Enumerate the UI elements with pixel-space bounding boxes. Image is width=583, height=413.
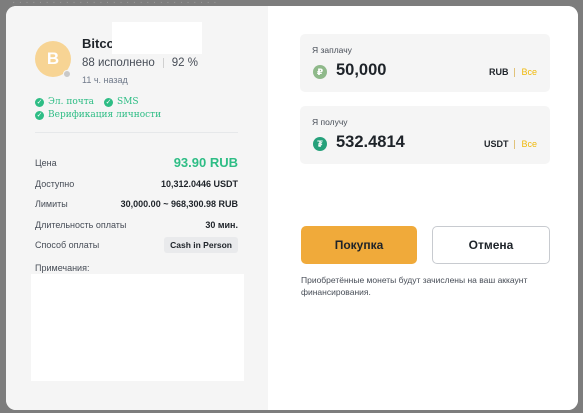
advertiser-panel: B Bitco 88 исполнено 92 % 11 ч. назад ✓ … <box>6 6 268 410</box>
identity-verified-label: Верификация личности <box>48 110 162 120</box>
available-label: Доступно <box>35 179 75 189</box>
buy-order-modal: B Bitco 88 исполнено 92 % 11 ч. назад ✓ … <box>6 6 578 410</box>
check-icon: ✓ <box>35 110 44 120</box>
pay-currency-group: RUB Все <box>489 67 537 77</box>
order-form-panel: Я заплачу ₽ 50,000 RUB Все Я получу ₮ 53… <box>268 6 578 410</box>
payment-method-badge: Cash in Person <box>164 237 238 253</box>
orders-completed: 88 исполнено <box>82 57 155 69</box>
pay-amount-input[interactable]: 50,000 <box>336 61 386 80</box>
receive-label: Я получу <box>312 117 348 127</box>
pay-label: Я заплачу <box>312 45 352 55</box>
payment-method-row: Способ оплаты Cash in Person <box>35 237 238 253</box>
payment-duration-label: Длительность оплаты <box>35 220 127 230</box>
receive-amount-input[interactable]: 532.4814 <box>336 133 405 152</box>
receive-amount-field[interactable]: Я получу ₮ 532.4814 USDT Все <box>300 106 550 164</box>
pay-currency: RUB <box>488 67 509 77</box>
notes-label: Примечания: <box>35 263 90 273</box>
available-row: Доступно 10,312.0446 USDT <box>35 179 238 189</box>
usdt-coin-icon: ₮ <box>313 137 327 151</box>
limits-label: Лимиты <box>35 199 68 209</box>
notes-box <box>31 274 244 381</box>
email-verified-label: Эл. почта <box>48 97 95 107</box>
crediting-note: Приобретённые монеты будут зачислены на … <box>301 275 528 297</box>
pay-all-link[interactable]: Все <box>521 67 537 77</box>
name-redaction <box>112 22 202 54</box>
currency-divider <box>514 139 516 149</box>
receive-currency: USDT <box>483 139 509 149</box>
pay-amount-field[interactable]: Я заплачу ₽ 50,000 RUB Все <box>300 34 550 92</box>
check-icon: ✓ <box>104 97 114 107</box>
receive-currency-group: USDT Все <box>484 139 537 149</box>
verification-row: ✓ Эл. почта ✓ SMS <box>35 97 139 107</box>
limits-value: 30,000.00 ~ 968,300.98 RUB <box>120 199 238 209</box>
stats-divider <box>162 58 164 68</box>
check-icon: ✓ <box>35 97 44 107</box>
available-value: 10,312.0446 USDT <box>160 179 238 189</box>
trader-name[interactable]: Bitco <box>82 36 115 51</box>
payment-duration-row: Длительность оплаты 30 мин. <box>35 220 238 230</box>
receive-all-link[interactable]: Все <box>521 139 537 149</box>
price-value: 93.90 RUB <box>173 155 238 170</box>
rub-coin-icon: ₽ <box>313 65 327 79</box>
completion-rate: 92 % <box>171 57 198 69</box>
payment-duration-value: 30 мин. <box>205 220 238 230</box>
price-label: Цена <box>35 157 57 168</box>
limits-row: Лимиты 30,000.00 ~ 968,300.98 RUB <box>35 199 238 209</box>
divider <box>35 132 238 133</box>
cancel-button[interactable]: Отмена <box>432 226 550 264</box>
trader-stats: 88 исполнено 92 % <box>82 57 198 69</box>
sms-verified-label: SMS <box>117 97 139 107</box>
online-status-dot <box>63 70 71 78</box>
last-seen: 11 ч. назад <box>82 75 128 85</box>
currency-divider <box>514 67 516 77</box>
price-row: Цена 93.90 RUB <box>35 155 238 170</box>
payment-method-label: Способ оплаты <box>35 240 100 250</box>
buy-button[interactable]: Покупка <box>301 226 417 264</box>
verification-row: ✓ Верификация личности <box>35 110 161 120</box>
